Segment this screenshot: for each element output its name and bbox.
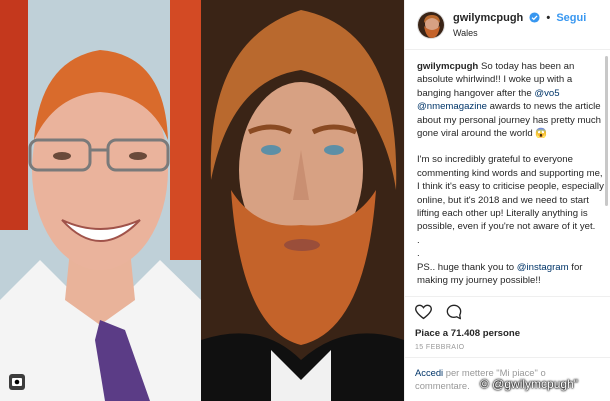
after-photo — [201, 0, 404, 401]
caption-text: I'm so incredibly grateful to everyone c… — [417, 154, 604, 233]
avatar[interactable] — [417, 11, 445, 39]
caption-dot: . — [417, 288, 605, 293]
post-sidebar: gwilymcpugh • Segui Wales gwilymcpugh So… — [404, 0, 610, 401]
post-media[interactable] — [0, 0, 404, 401]
separator-dot: • — [546, 12, 551, 24]
likes-count[interactable]: Piace a 71.408 persone — [415, 328, 601, 339]
post-date[interactable]: 15 FEBBRAIO — [415, 344, 601, 351]
comment-bubble-icon[interactable] — [446, 304, 462, 325]
caption-paragraph-2: I'm so incredibly grateful to everyone c… — [417, 153, 605, 233]
gallery-icon — [8, 373, 26, 391]
header-username[interactable]: gwilymcpugh — [453, 12, 523, 24]
watermark-text: © @gwilymcpugh" — [480, 377, 578, 391]
post-header: gwilymcpugh • Segui Wales — [405, 0, 610, 50]
post-actions: Piace a 71.408 persone 15 FEBBRAIO — [405, 296, 610, 351]
mention-link[interactable]: @instagram — [517, 262, 569, 273]
verified-badge-icon — [529, 12, 540, 26]
post-caption: gwilymcpugh So today has been an absolut… — [417, 60, 605, 292]
header-user-row: gwilymcpugh • Segui — [453, 12, 586, 26]
caption-dot: . — [417, 248, 420, 260]
action-icons — [414, 304, 601, 326]
mention-link[interactable]: @nmemagazine — [417, 101, 487, 112]
caption-text: PS.. huge thank you to — [417, 261, 517, 273]
follow-button[interactable]: Segui — [556, 12, 586, 24]
caption-dot: . — [417, 234, 420, 246]
mention-link[interactable]: @vo5 — [534, 88, 559, 99]
heart-icon[interactable] — [414, 304, 433, 325]
caption-paragraph-3: PS.. huge thank you to @instagram for ma… — [417, 261, 605, 288]
before-photo — [0, 0, 201, 401]
login-link[interactable]: Accedi — [415, 367, 443, 378]
caption-paragraph-1: gwilymcpugh So today has been an absolut… — [417, 60, 605, 140]
caption-scrollbar[interactable] — [605, 56, 608, 206]
caption-author[interactable]: gwilymcpugh — [417, 61, 478, 72]
location-link[interactable]: Wales — [453, 28, 478, 38]
